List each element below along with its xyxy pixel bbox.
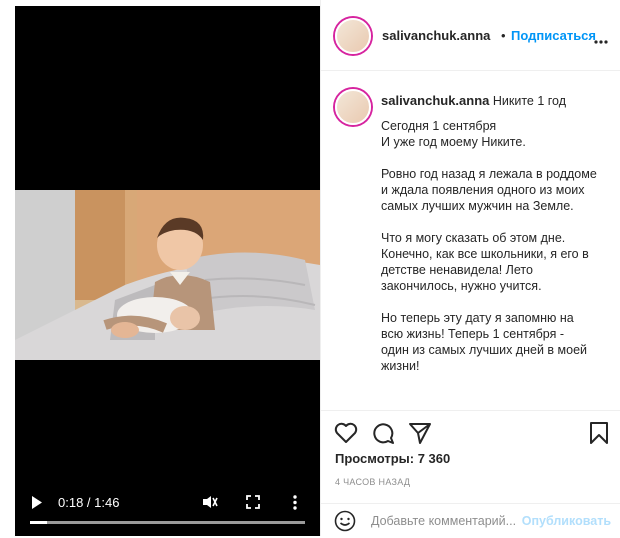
comment-bar: Добавьте комментарий... Опубликовать bbox=[321, 503, 620, 538]
mute-icon[interactable] bbox=[202, 495, 218, 512]
views-count[interactable]: Просмотры: 7 360 bbox=[335, 451, 450, 466]
avatar[interactable] bbox=[335, 18, 371, 54]
caption-username[interactable]: salivanchuk.anna bbox=[381, 93, 489, 108]
post-time[interactable]: 4 ЧАСОВ НАЗАД bbox=[335, 477, 410, 487]
boy-with-baby-image bbox=[15, 190, 320, 360]
video-time: 0:18 / 1:46 bbox=[58, 495, 120, 510]
post-actions: Просмотры: 7 360 4 ЧАСОВ НАЗАД Добавьте … bbox=[321, 410, 620, 537]
video-progress-fill bbox=[30, 521, 47, 524]
header-separator: • bbox=[501, 28, 506, 43]
fullscreen-icon[interactable] bbox=[246, 495, 260, 512]
caption-text: Сегодня 1 сентября И уже год моему Никит… bbox=[381, 118, 609, 390]
caption-paragraph: Но теперь эту дату я запомню на всю жизн… bbox=[381, 311, 588, 373]
emoji-icon[interactable] bbox=[334, 510, 356, 537]
caption-avatar[interactable] bbox=[335, 89, 371, 125]
video-frame-photo bbox=[15, 190, 320, 360]
publish-button[interactable]: Опубликовать bbox=[522, 514, 611, 528]
video-player[interactable]: 0:18 / 1:46 bbox=[15, 6, 320, 536]
comment-input[interactable]: Добавьте комментарий... bbox=[371, 514, 516, 528]
video-more-icon[interactable] bbox=[293, 495, 297, 513]
caption-paragraph: Что я могу сказать об этом дне. Конечно,… bbox=[381, 231, 589, 293]
follow-button[interactable]: Подписаться bbox=[511, 28, 596, 43]
video-progress-bar[interactable] bbox=[30, 521, 305, 524]
post-side-panel: salivanchuk.anna • Подписаться salivanch… bbox=[320, 0, 620, 537]
caption-paragraph: Сегодня 1 сентября И уже год моему Никит… bbox=[381, 119, 526, 149]
share-icon[interactable] bbox=[408, 421, 432, 450]
caption-paragraph: Ровно год назад я лежала в роддоме и жда… bbox=[381, 167, 597, 213]
video-controls: 0:18 / 1:46 bbox=[15, 486, 320, 536]
bookmark-icon[interactable] bbox=[589, 421, 609, 450]
post-header: salivanchuk.anna • Подписаться bbox=[321, 0, 620, 71]
instagram-post-window: 0:18 / 1:46 salivanchuk.anna • Подписать… bbox=[0, 0, 620, 537]
heart-icon[interactable] bbox=[334, 422, 358, 449]
more-options-icon[interactable] bbox=[594, 31, 608, 49]
comment-icon[interactable] bbox=[371, 421, 395, 450]
caption-header: salivanchuk.anna Никите 1 год bbox=[381, 93, 611, 108]
caption-title: Никите 1 год bbox=[492, 94, 567, 108]
header-username[interactable]: salivanchuk.anna bbox=[382, 28, 490, 43]
play-icon[interactable] bbox=[31, 496, 43, 512]
